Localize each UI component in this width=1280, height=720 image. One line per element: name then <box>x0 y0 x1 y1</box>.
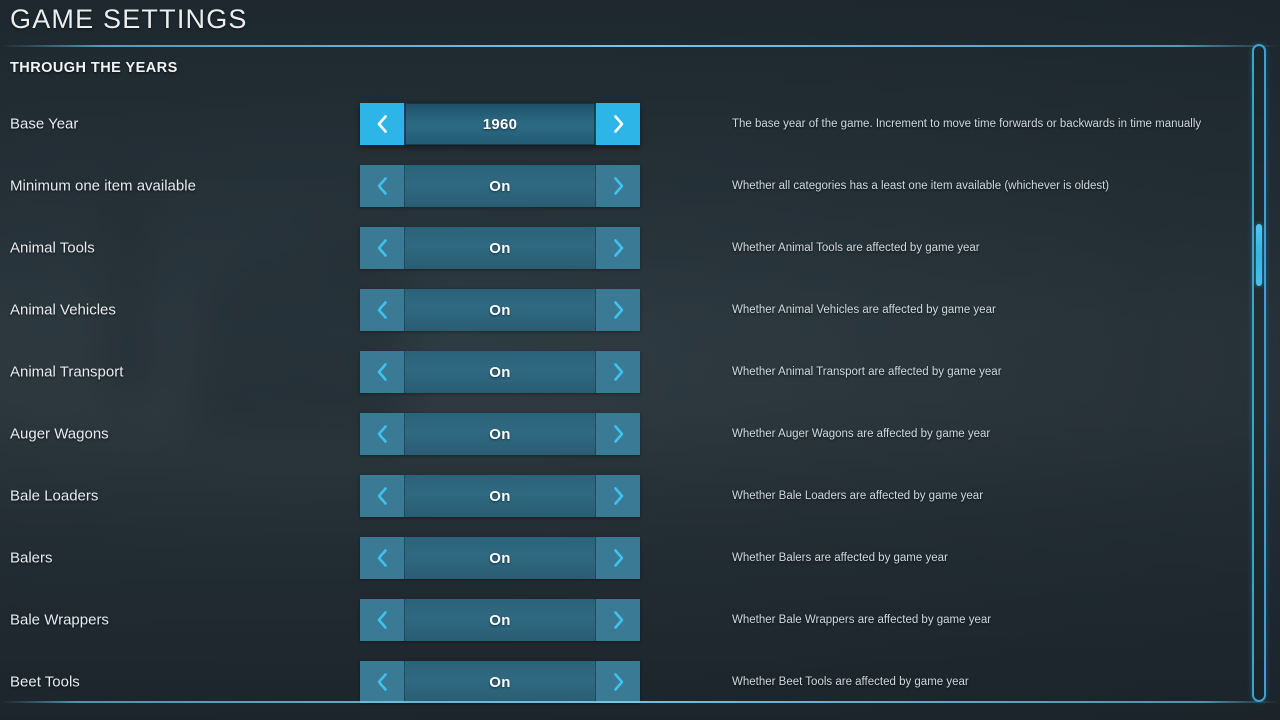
settings-row[interactable]: Auger Wagons On Whether Auger Wagons are a… <box>0 403 1248 465</box>
chevron-right-icon[interactable] <box>596 165 640 207</box>
chevron-right-icon[interactable] <box>596 537 640 579</box>
chevron-left-icon[interactable] <box>360 351 404 393</box>
settings-row[interactable]: Animal Vehicles On Whether Animal Vehicles… <box>0 279 1248 341</box>
chevron-left-icon[interactable] <box>360 599 404 641</box>
footer-divider <box>0 701 1280 703</box>
chevron-right-icon[interactable] <box>596 475 640 517</box>
multi-option-control[interactable]: On <box>360 661 640 703</box>
settings-row-value: On <box>404 661 596 703</box>
settings-row-value: On <box>404 413 596 455</box>
chevron-left-icon[interactable] <box>360 537 404 579</box>
settings-row-value: On <box>404 165 596 207</box>
settings-row-description: Whether Animal Vehicles are affected by … <box>732 304 996 316</box>
settings-row-label: Bale Loaders <box>10 487 99 505</box>
multi-option-control[interactable]: On <box>360 599 640 641</box>
settings-list: Base Year 1960 The base year of the game. … <box>0 93 1248 705</box>
chevron-right-icon[interactable] <box>596 103 640 145</box>
settings-row-description: Whether Bale Loaders are affected by gam… <box>732 490 984 502</box>
multi-option-control[interactable]: On <box>360 165 640 207</box>
multi-option-control[interactable]: On <box>360 289 640 331</box>
settings-row-value: On <box>404 537 596 579</box>
settings-row[interactable]: Beet Tools On Whether Beet Tools are affec… <box>0 651 1248 705</box>
chevron-left-icon[interactable] <box>360 165 404 207</box>
chevron-right-icon[interactable] <box>596 413 640 455</box>
settings-row-label: Beet Tools <box>10 673 80 691</box>
settings-row-value: On <box>404 289 596 331</box>
chevron-right-icon[interactable] <box>596 227 640 269</box>
settings-row-label: Base Year <box>10 115 79 133</box>
multi-option-control[interactable]: On <box>360 227 640 269</box>
scrollbar[interactable] <box>1252 44 1266 702</box>
settings-row-label: Auger Wagons <box>10 425 109 443</box>
settings-row-description: Whether Auger Wagons are affected by gam… <box>732 428 991 440</box>
header-divider <box>0 45 1280 47</box>
settings-row-label: Balers <box>10 549 53 567</box>
settings-row-label: Minimum one item available <box>10 177 196 195</box>
multi-option-control[interactable]: On <box>360 475 640 517</box>
scrollbar-thumb[interactable] <box>1256 224 1262 286</box>
multi-option-control[interactable]: On <box>360 351 640 393</box>
chevron-right-icon[interactable] <box>596 661 640 703</box>
settings-row-description: The base year of the game. Increment to … <box>732 118 1202 130</box>
chevron-left-icon[interactable] <box>360 227 404 269</box>
settings-row[interactable]: Base Year 1960 The base year of the game. … <box>0 93 1248 155</box>
settings-row-description: Whether Animal Transport are affected by… <box>732 366 1002 378</box>
settings-row-description: Whether Beet Tools are affected by game … <box>732 676 969 688</box>
settings-row-value: On <box>404 599 596 641</box>
game-settings-screen: GAME SETTINGS THROUGH THE YEARS Base Yea… <box>0 0 1280 720</box>
settings-row-value: On <box>404 475 596 517</box>
page-title: GAME SETTINGS <box>10 4 248 34</box>
settings-row-value: On <box>404 227 596 269</box>
settings-row[interactable]: Bale Loaders On Whether Bale Loaders are a… <box>0 465 1248 527</box>
settings-row[interactable]: Minimum one item available On Whether all … <box>0 155 1248 217</box>
multi-option-control[interactable]: 1960 <box>360 103 640 145</box>
settings-row-description: Whether all categories has a least one i… <box>732 180 1110 192</box>
section-header: THROUGH THE YEARS <box>10 60 178 76</box>
settings-row-label: Animal Tools <box>10 239 95 257</box>
chevron-left-icon[interactable] <box>360 475 404 517</box>
chevron-right-icon[interactable] <box>596 599 640 641</box>
settings-row[interactable]: Animal Transport On Whether Animal Transpo… <box>0 341 1248 403</box>
settings-row-description: Whether Balers are affected by game year <box>732 552 948 564</box>
chevron-right-icon[interactable] <box>596 351 640 393</box>
settings-row-value: 1960 <box>404 103 596 145</box>
chevron-left-icon[interactable] <box>360 413 404 455</box>
settings-row[interactable]: Bale Wrappers On Whether Bale Wrappers are… <box>0 589 1248 651</box>
settings-row[interactable]: Animal Tools On Whether Animal Tools are a… <box>0 217 1248 279</box>
chevron-right-icon[interactable] <box>596 289 640 331</box>
settings-row-label: Animal Vehicles <box>10 301 116 319</box>
chevron-left-icon[interactable] <box>360 289 404 331</box>
chevron-left-icon[interactable] <box>360 103 404 145</box>
settings-row-description: Whether Bale Wrappers are affected by ga… <box>732 614 992 626</box>
multi-option-control[interactable]: On <box>360 413 640 455</box>
settings-row-label: Animal Transport <box>10 363 124 381</box>
settings-row-value: On <box>404 351 596 393</box>
multi-option-control[interactable]: On <box>360 537 640 579</box>
settings-row-description: Whether Animal Tools are affected by gam… <box>732 242 980 254</box>
settings-row[interactable]: Balers On Whether Balers are affected by g… <box>0 527 1248 589</box>
settings-row-label: Bale Wrappers <box>10 611 109 629</box>
chevron-left-icon[interactable] <box>360 661 404 703</box>
